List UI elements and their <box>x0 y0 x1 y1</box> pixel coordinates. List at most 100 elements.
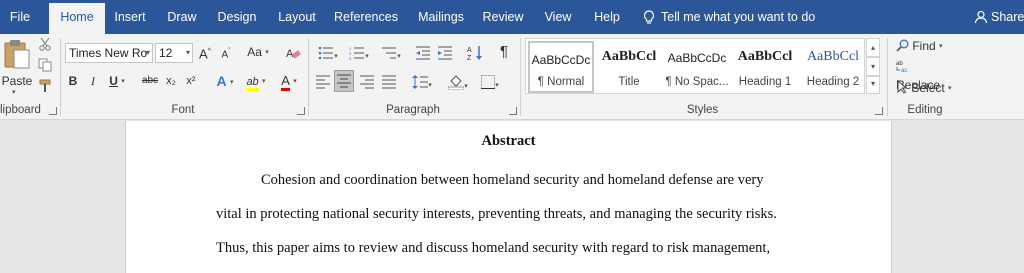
paragraph-dialog-launcher[interactable] <box>509 107 517 115</box>
chevron-down-icon: ▾ <box>397 52 401 60</box>
line-spacing-button[interactable]: ▾ <box>408 72 436 92</box>
font-size-combobox[interactable]: 12 ▾ <box>155 43 193 63</box>
align-center-button[interactable] <box>334 70 354 92</box>
chevron-down-icon: ▾ <box>12 89 16 96</box>
tab-view[interactable]: View <box>538 0 578 34</box>
cut-button[interactable] <box>38 37 54 53</box>
tab-references[interactable]: References <box>332 0 400 34</box>
change-case-label: Aa <box>247 45 262 59</box>
text-effects-button[interactable]: A ▾ <box>212 72 238 92</box>
align-right-button[interactable] <box>358 72 376 92</box>
style-name: ¶ No Spac... <box>665 76 729 88</box>
search-icon <box>896 39 909 52</box>
bold-button[interactable]: B <box>66 72 80 92</box>
style-sample: AaBbCcl <box>806 49 860 64</box>
multilevel-list-button[interactable]: ▾ <box>377 43 405 63</box>
style-heading-1[interactable]: AaBbCcl Heading 1 <box>732 41 798 93</box>
bullets-button[interactable]: ▾ <box>314 43 342 63</box>
replace-button[interactable]: ab ac Replace <box>896 58 956 92</box>
find-button[interactable]: Find ▾ <box>896 37 956 57</box>
format-painter-button[interactable] <box>38 79 54 95</box>
style-sample: AaBbCcDc <box>531 53 591 67</box>
chevron-down-icon: ▾ <box>939 42 943 50</box>
font-dialog-launcher[interactable] <box>297 107 305 115</box>
styles-scroll-up[interactable]: ▴ <box>866 38 880 57</box>
paragraph-group-label: Paragraph <box>386 104 440 116</box>
chevron-down-icon: ▾ <box>293 77 297 85</box>
styles-more-button[interactable]: ▾ <box>866 76 880 94</box>
share-button[interactable]: Share <box>974 0 1024 34</box>
shading-button[interactable]: ▾ <box>444 72 472 92</box>
style-heading-2[interactable]: AaBbCcl Heading 2 <box>800 41 866 93</box>
document-page[interactable]: Abstract Cohesion and coordination betwe… <box>125 121 892 273</box>
align-right-icon <box>360 75 374 89</box>
change-case-button[interactable]: Aa ▾ <box>244 43 272 63</box>
outdent-icon <box>416 46 430 60</box>
style-no-spacing[interactable]: AaBbCcDc ¶ No Spac... <box>664 41 730 93</box>
select-button[interactable]: Select ▾ <box>896 79 956 99</box>
tab-file[interactable]: File <box>0 0 40 34</box>
clear-formatting-button[interactable]: A <box>284 43 302 63</box>
borders-icon <box>481 75 496 89</box>
italic-button[interactable]: I <box>86 72 100 92</box>
tab-design[interactable]: Design <box>211 0 263 34</box>
sort-button[interactable]: AZ <box>466 43 484 63</box>
tab-draw[interactable]: Draw <box>160 0 204 34</box>
align-left-button[interactable] <box>314 72 332 92</box>
align-left-icon <box>316 75 330 89</box>
chevron-down-icon: ▾ <box>948 84 952 92</box>
tab-insert[interactable]: Insert <box>107 0 153 34</box>
show-formatting-marks-button[interactable]: ¶ <box>496 43 512 63</box>
styles-group-label: Styles <box>686 104 719 116</box>
tab-home[interactable]: Home <box>49 3 105 34</box>
increase-indent-button[interactable] <box>436 43 454 63</box>
lightbulb-icon <box>643 10 655 24</box>
grow-font-button[interactable]: A^ <box>197 43 213 63</box>
numbering-button[interactable]: 123 ▾ <box>345 43 373 63</box>
select-label: Select <box>911 81 945 95</box>
tab-help[interactable]: Help <box>588 0 626 34</box>
tab-mailings[interactable]: Mailings <box>410 0 472 34</box>
font-color-button[interactable]: A ▾ <box>276 72 302 92</box>
group-separator <box>887 38 888 116</box>
font-name-combobox[interactable]: Times New Ro ▾ <box>65 43 153 63</box>
chevron-down-icon: ▾ <box>464 82 468 90</box>
svg-text:Z: Z <box>467 55 472 61</box>
chevron-down-icon: ▾ <box>145 48 150 57</box>
chevron-down-icon: ▾ <box>185 48 190 57</box>
underline-button[interactable]: U ▾ <box>106 72 128 92</box>
paste-button[interactable]: Paste ▾ <box>0 38 34 98</box>
tell-me-search[interactable]: Tell me what you want to do <box>643 0 815 34</box>
chevron-down-icon: ▾ <box>365 52 369 60</box>
borders-button[interactable]: ▾ <box>476 72 504 92</box>
style-sample: AaBbCcl <box>737 49 793 64</box>
styles-scroll-down[interactable]: ▾ <box>866 57 880 76</box>
strikethrough-button[interactable]: abc <box>140 72 160 92</box>
style-sample: AaBbCcDc <box>667 51 727 65</box>
decrease-indent-button[interactable] <box>414 43 432 63</box>
style-name: Title <box>618 76 640 88</box>
clipboard-dialog-launcher[interactable] <box>49 107 57 115</box>
document-line: Thus, this paper aims to review and disc… <box>216 240 771 256</box>
shrink-font-button[interactable]: Aˇ <box>218 43 234 63</box>
style-title[interactable]: AaBbCcl Title <box>596 41 662 93</box>
chevron-down-icon: ▾ <box>495 81 499 89</box>
highlight-color-button[interactable]: ab ▾ <box>242 72 270 92</box>
tab-layout[interactable]: Layout <box>270 0 324 34</box>
superscript-button[interactable]: x² <box>184 72 198 92</box>
paste-label: Paste <box>1 74 33 88</box>
document-heading: Abstract <box>481 133 536 149</box>
group-separator <box>520 38 521 116</box>
copy-button[interactable] <box>38 58 54 74</box>
tab-review[interactable]: Review <box>478 0 528 34</box>
styles-dialog-launcher[interactable] <box>875 107 883 115</box>
style-normal[interactable]: AaBbCcDc ¶ Normal <box>528 41 594 93</box>
justify-button[interactable] <box>380 72 398 92</box>
chevron-down-icon: ▾ <box>334 52 338 60</box>
svg-text:ab: ab <box>896 61 903 67</box>
chevron-down-icon: ▾ <box>121 77 125 85</box>
style-name: Heading 1 <box>738 76 792 88</box>
chevron-down-icon: ▾ <box>265 48 269 56</box>
scissors-icon <box>39 37 51 51</box>
subscript-button[interactable]: x₂ <box>164 72 178 92</box>
